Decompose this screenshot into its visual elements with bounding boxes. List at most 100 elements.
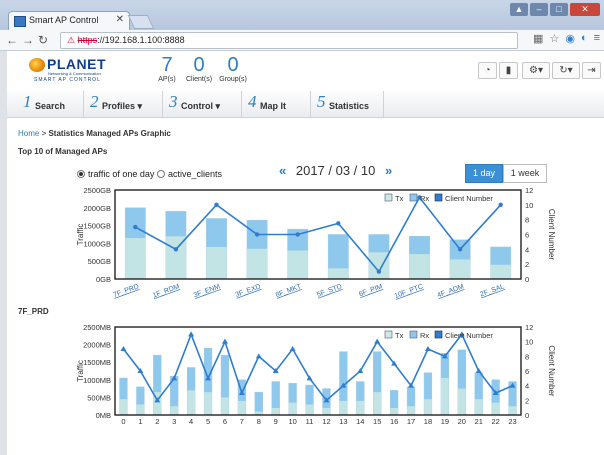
bookmark-star-icon[interactable]: ☆: [549, 32, 559, 45]
breadcrumb: Home > Statistics Managed APs Graphic: [18, 129, 171, 138]
client-number-point: [214, 202, 219, 208]
tx-bar: [328, 268, 349, 279]
menu-statistics[interactable]: 5 Statistics: [311, 91, 384, 117]
y-axis-label: Traffic: [76, 360, 85, 382]
range-1-day-button[interactable]: 1 day: [465, 164, 503, 183]
menu-map-it[interactable]: 4 Map It: [242, 91, 311, 117]
stat-aps[interactable]: 7 AP(s): [155, 54, 179, 83]
range-1-week-button[interactable]: 1 week: [503, 164, 547, 183]
extension-icon[interactable]: ◉: [565, 32, 575, 45]
menu-profiles[interactable]: 2 Profiles ▾: [84, 91, 163, 117]
client-number-point: [457, 247, 463, 252]
legend-client-swatch: [434, 193, 443, 202]
y-tick-label: 500GB: [88, 257, 111, 266]
y2-axis-label: Client Number: [547, 345, 556, 396]
client-number-point: [336, 221, 341, 226]
stat-aps-label: AP(s): [158, 76, 176, 83]
legend-tx-swatch: [384, 193, 393, 202]
x-tick-label: 6F_PIM: [358, 283, 384, 298]
menu-control[interactable]: 3 Control ▾: [163, 91, 242, 117]
x-tick-label: 7: [240, 417, 244, 426]
new-tab-button[interactable]: [127, 15, 155, 29]
stat-groups-value: 0: [227, 54, 239, 76]
reload-icon[interactable]: ↻: [38, 33, 48, 47]
second-chart-title: 7F_PRD: [18, 307, 49, 316]
dashboard-gauge-icon[interactable]: ◔: [478, 62, 497, 79]
tx-bar: [119, 399, 128, 415]
x-tick-label: 14: [356, 417, 364, 426]
tx-bar: [390, 407, 399, 415]
x-tick-label: 1: [138, 417, 142, 426]
stat-aps-value: 7: [161, 54, 173, 76]
client-number-point: [374, 338, 381, 344]
radio-traffic[interactable]: traffic of one day: [77, 169, 154, 179]
legend-rx-label: Rx: [420, 331, 429, 340]
refresh-icon[interactable]: ↻▾: [552, 62, 580, 79]
client-number-point: [120, 346, 127, 351]
x-tick-label: 7F_PRD: [112, 283, 140, 299]
tx-bar: [339, 400, 348, 415]
y2-tick-label: 10: [525, 338, 533, 347]
tab-close-icon[interactable]: ✕: [116, 14, 124, 25]
favicon-icon: [14, 16, 26, 27]
x-tick-label: 8F_MKT: [275, 283, 303, 299]
prev-date-icon[interactable]: «: [279, 163, 286, 178]
tx-bar: [491, 402, 500, 415]
tx-bar: [407, 406, 415, 415]
menu-map-it-number: 4: [248, 92, 257, 111]
close-window-button[interactable]: ✕: [570, 3, 600, 16]
stat-groups[interactable]: 0 Group(s): [217, 54, 249, 83]
browser-titlebar: Smart AP Control ✕ ▲ – □ ✕: [0, 0, 604, 31]
tx-bar: [424, 399, 432, 415]
y-tick-label: 2000GB: [83, 204, 111, 213]
y2-tick-label: 8: [525, 352, 529, 361]
logout-icon[interactable]: ⇥: [582, 62, 601, 79]
client-number-line: [122, 332, 513, 402]
client-number-point: [221, 338, 228, 344]
client-number-point: [133, 224, 138, 230]
x-tick-label: 2: [155, 417, 159, 426]
tx-bar: [368, 252, 390, 279]
stat-clients-value: 0: [193, 54, 205, 76]
tx-bar: [490, 264, 511, 279]
translate-icon[interactable]: ▦: [533, 32, 543, 45]
tx-bar: [409, 254, 430, 279]
y2-tick-label: 0: [525, 411, 529, 420]
forward-arrow-icon[interactable]: →: [22, 33, 34, 47]
browser-tab[interactable]: Smart AP Control ✕: [8, 11, 130, 31]
user-icon[interactable]: ▲: [510, 3, 528, 16]
maximize-button[interactable]: □: [550, 3, 568, 16]
tx-bar: [457, 388, 466, 415]
back-arrow-icon[interactable]: ←: [6, 33, 18, 47]
x-tick-label: 9: [274, 417, 278, 426]
reader-icon[interactable]: ◐: [581, 32, 588, 45]
insecure-lock-icon: ⚠: [67, 35, 76, 45]
menu-search[interactable]: 1 Search: [17, 91, 84, 117]
main-menu: 1 Search 2 Profiles ▾ 3 Control ▾ 4 Map …: [7, 91, 604, 118]
tx-bar: [474, 399, 483, 415]
x-tick-label: 8: [257, 417, 261, 426]
radio-traffic-label: traffic of one day: [88, 169, 155, 179]
stat-clients[interactable]: 0 Client(s): [183, 54, 215, 83]
breadcrumb-home-link[interactable]: Home: [18, 129, 39, 138]
x-tick-label: 12: [322, 417, 330, 426]
x-tick-label: 13: [339, 417, 347, 426]
y2-axis-label: Client Number: [547, 209, 556, 260]
url-scheme: https: [77, 35, 98, 45]
client-number-point: [295, 232, 300, 237]
next-date-icon[interactable]: »: [385, 163, 392, 178]
minimize-button[interactable]: –: [530, 3, 548, 16]
x-tick-label: 10: [288, 417, 296, 426]
radio-active-clients[interactable]: active_clients: [157, 169, 222, 179]
menu-control-number: 3: [169, 92, 178, 111]
tx-bar: [373, 392, 382, 415]
y-tick-label: 1500GB: [83, 222, 111, 231]
bar-chart-icon[interactable]: ▮: [499, 62, 518, 79]
settings-gear-icon[interactable]: ⚙▾: [522, 62, 550, 79]
address-bar-row: ← → ↻ ⚠ https://192.168.1.100:8888 ▦ ☆ ◉…: [0, 30, 604, 51]
url-input[interactable]: ⚠ https://192.168.1.100:8888: [60, 32, 518, 49]
legend-tx-swatch: [384, 330, 393, 339]
app-header: PLANET Networking & Communication SMART …: [7, 51, 604, 92]
chrome-menu-icon[interactable]: ≡: [594, 32, 600, 45]
y-tick-label: 2500GB: [83, 186, 111, 195]
